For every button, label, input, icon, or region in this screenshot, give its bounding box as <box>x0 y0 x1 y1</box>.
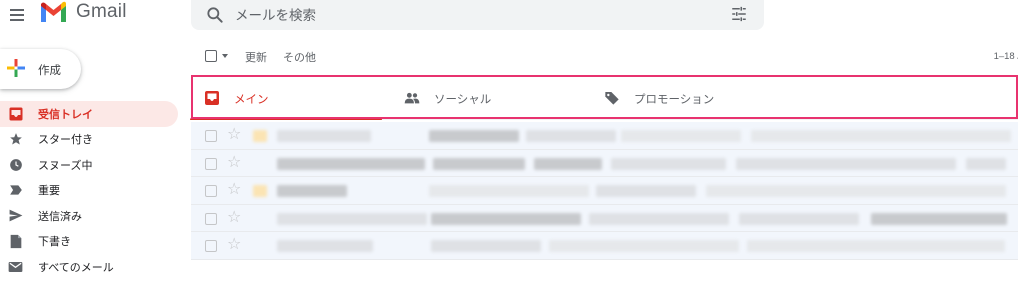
chevron-down-icon[interactable] <box>222 54 228 58</box>
sidebar-item-snoozed[interactable]: スヌーズ中 <box>0 152 178 178</box>
sidebar-item-inbox[interactable]: 受信トレイ <box>0 101 178 127</box>
top-bar: Gmail <box>0 0 1024 36</box>
blurred-content <box>871 212 1007 225</box>
mail-list: ☆ ☆ ☆ ☆ ☆ <box>191 122 1024 260</box>
row-checkbox[interactable] <box>205 240 217 252</box>
star-icon <box>8 132 23 147</box>
refresh-button[interactable]: 更新 <box>245 49 267 65</box>
hamburger-line <box>10 9 24 11</box>
sidebar-item-label: 重要 <box>38 185 60 198</box>
blurred-content <box>534 157 602 170</box>
app-name: Gmail <box>76 1 127 22</box>
draft-icon <box>8 234 23 249</box>
clock-icon <box>8 157 23 172</box>
pagination-count: 1–18 / <box>993 51 1020 62</box>
inbox-icon <box>8 106 23 121</box>
star-icon[interactable]: ☆ <box>227 126 241 144</box>
star-icon[interactable]: ☆ <box>227 154 241 172</box>
tag-icon <box>605 92 619 105</box>
blurred-content <box>277 185 347 197</box>
send-icon <box>8 208 23 223</box>
sidebar-item-drafts[interactable]: 下書き <box>0 229 178 255</box>
sidebar-item-important[interactable]: 重要 <box>0 178 178 204</box>
tune-icon[interactable] <box>730 5 748 23</box>
blurred-content <box>596 185 696 197</box>
table-row[interactable]: ☆ <box>191 204 1024 232</box>
star-icon[interactable]: ☆ <box>227 236 241 254</box>
search-input[interactable] <box>235 4 695 26</box>
blurred-content <box>253 185 267 197</box>
blurred-content <box>549 240 739 252</box>
sidebar-item-sent[interactable]: 送信済み <box>0 203 178 229</box>
blurred-content <box>429 185 589 197</box>
blurred-content <box>277 157 425 170</box>
hamburger-line <box>10 19 24 21</box>
search-icon[interactable] <box>205 5 225 25</box>
hamburger-line <box>10 14 24 16</box>
tab-label: メイン <box>234 94 269 106</box>
scrollbar[interactable] <box>1018 36 1024 283</box>
tab-label: プロモーション <box>634 94 715 106</box>
main-menu-button[interactable] <box>8 4 28 24</box>
tab-main[interactable]: メイン <box>190 75 395 120</box>
compose-label: 作成 <box>38 65 61 77</box>
sidebar-item-all-mail[interactable]: すべてのメール <box>0 254 178 280</box>
inbox-icon <box>205 91 219 105</box>
mail-toolbar: 更新 その他 1–18 / <box>191 44 1024 68</box>
blurred-content <box>277 212 427 225</box>
star-icon[interactable]: ☆ <box>227 181 241 199</box>
sidebar-item-label: 受信トレイ <box>38 108 93 121</box>
blurred-content <box>277 130 371 142</box>
category-tabs: メイン ソーシャル プロモーション <box>190 75 1024 120</box>
blurred-content <box>433 157 525 170</box>
row-checkbox[interactable] <box>205 212 217 225</box>
blurred-content <box>966 157 1006 170</box>
blurred-content <box>706 185 1006 197</box>
people-icon <box>404 92 420 104</box>
blurred-content <box>739 212 859 225</box>
tab-promotions[interactable]: プロモーション <box>590 75 790 120</box>
table-row[interactable]: ☆ <box>191 232 1024 260</box>
sidebar-item-label: すべてのメール <box>38 261 114 274</box>
mail-icon <box>8 259 23 274</box>
tab-social[interactable]: ソーシャル <box>390 75 590 120</box>
search-bar[interactable] <box>191 0 764 30</box>
important-icon <box>8 183 23 198</box>
table-row[interactable]: ☆ <box>191 122 1024 150</box>
tab-label: ソーシャル <box>434 94 492 106</box>
blurred-content <box>526 130 616 142</box>
plus-icon <box>7 59 25 77</box>
sidebar-item-starred[interactable]: スター付き <box>0 127 178 153</box>
blurred-content <box>253 130 267 142</box>
sidebar-item-label: 下書き <box>38 236 71 249</box>
blurred-content <box>611 157 726 170</box>
blurred-content <box>747 240 1005 252</box>
more-button[interactable]: その他 <box>283 49 316 65</box>
blurred-content <box>621 130 741 142</box>
blurred-content <box>751 130 1011 142</box>
gmail-m-icon <box>41 1 66 22</box>
table-row[interactable]: ☆ <box>191 177 1024 205</box>
row-checkbox[interactable] <box>205 130 217 142</box>
compose-button[interactable]: 作成 <box>0 49 81 89</box>
active-tab-indicator <box>190 117 382 120</box>
row-checkbox[interactable] <box>205 185 217 197</box>
blurred-content <box>431 212 581 225</box>
blurred-content <box>277 240 373 252</box>
sidebar-item-label: スヌーズ中 <box>38 159 93 172</box>
sidebar-nav: 受信トレイ スター付き スヌーズ中 重要 送信済み 下書き すべてのメール <box>0 101 180 280</box>
table-row[interactable]: ☆ <box>191 149 1024 177</box>
sidebar-item-label: 送信済み <box>38 210 82 223</box>
sidebar-item-label: スター付き <box>38 134 93 147</box>
blurred-content <box>431 240 541 252</box>
blurred-content <box>429 130 519 142</box>
row-checkbox[interactable] <box>205 157 217 170</box>
gmail-logo[interactable]: Gmail <box>39 1 127 23</box>
select-all-checkbox[interactable] <box>205 50 217 62</box>
star-icon[interactable]: ☆ <box>227 209 241 227</box>
blurred-content <box>589 212 729 225</box>
blurred-content <box>736 157 956 170</box>
